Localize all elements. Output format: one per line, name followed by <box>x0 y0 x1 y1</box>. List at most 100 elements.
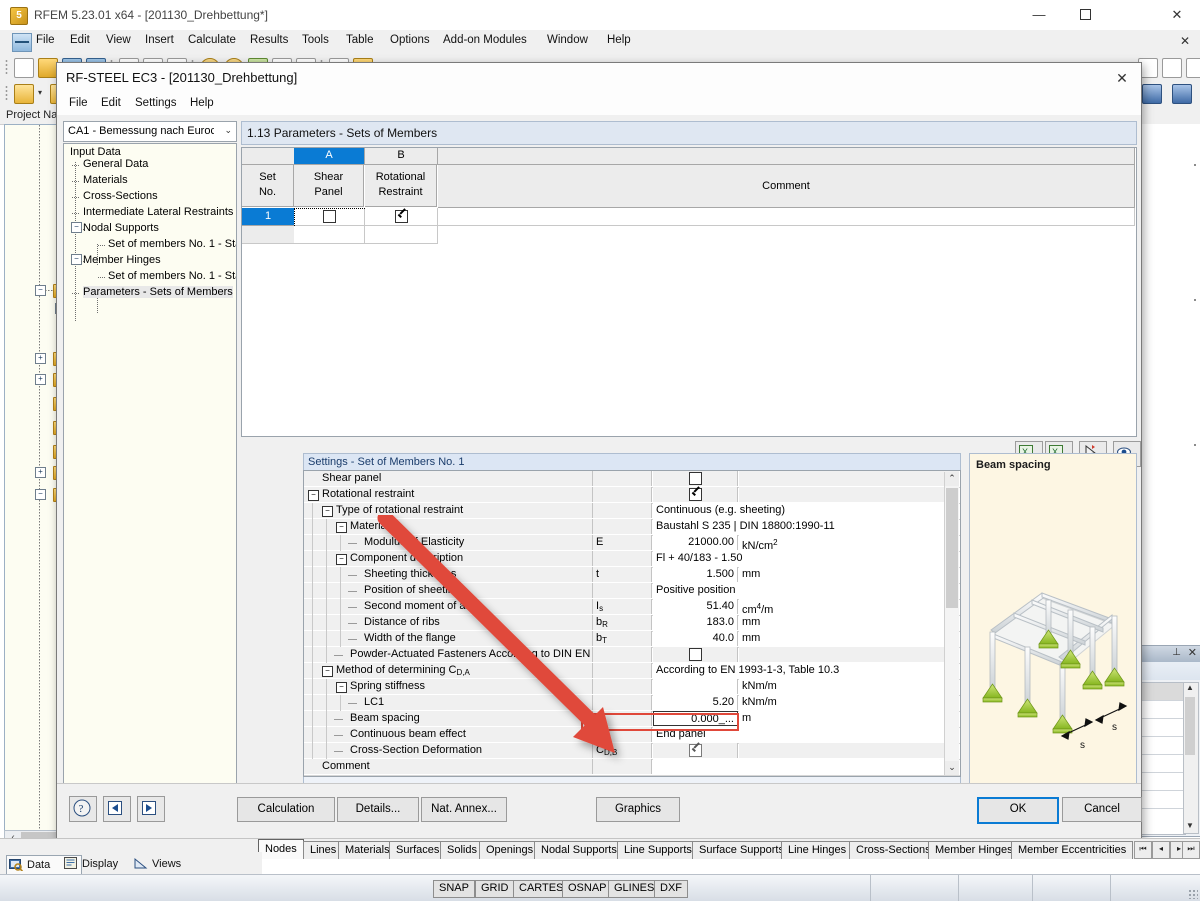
tree-expander-member-hinges[interactable]: − <box>71 254 82 265</box>
expander-minus-icon[interactable]: − <box>322 506 333 517</box>
list-item[interactable] <box>1141 773 1185 791</box>
pin-icon[interactable]: ⊥ <box>1172 647 1181 658</box>
status-osnap-button[interactable]: OSNAP <box>562 880 613 898</box>
tab-nav-first-button[interactable]: ⏮ <box>1134 841 1152 859</box>
settings-row-method-of-determining-cda[interactable]: − Method of determining CD,A According t… <box>304 663 960 680</box>
scroll-down-arrow-icon[interactable]: ⌄ <box>945 761 959 775</box>
settings-row-value[interactable] <box>653 759 953 774</box>
tab-solids[interactable]: Solids <box>440 841 484 859</box>
sidebar-item-cross-sections[interactable]: Cross-Sections <box>83 190 158 202</box>
settings-row-value[interactable]: 51.40 <box>653 599 738 614</box>
settings-row-comment[interactable]: Comment <box>304 759 960 776</box>
details-button[interactable]: Details... <box>337 797 419 822</box>
previous-module-icon[interactable] <box>103 796 131 822</box>
tree-expander-plus[interactable]: + <box>35 467 46 478</box>
settings-row-value[interactable]: Baustahl S 235 | DIN 18800:1990-11 <box>653 519 953 534</box>
settings-row-value[interactable]: 40.0 <box>653 631 738 646</box>
tab-member-hinges[interactable]: Member Hinges <box>928 841 1020 859</box>
settings-row-value[interactable] <box>653 743 738 758</box>
settings-row-value[interactable] <box>653 487 738 502</box>
toolbar-grip[interactable] <box>5 59 8 75</box>
nat-annex-button[interactable]: Nat. Annex... <box>421 797 507 822</box>
settings-row-rotational-restraint[interactable]: − Rotational restraint <box>304 487 960 504</box>
status-cartes-button[interactable]: CARTES <box>513 880 570 898</box>
grid-cell-empty[interactable] <box>365 226 438 244</box>
sidebar-item-materials[interactable]: Materials <box>83 174 128 186</box>
settings-row-value[interactable] <box>653 647 738 662</box>
settings-row-value[interactable]: Positive position <box>653 583 953 598</box>
menu-edit[interactable]: Edit <box>70 34 90 46</box>
tab-nodal-supports[interactable]: Nodal Supports <box>534 841 624 859</box>
shear-panel-checkbox[interactable] <box>688 471 702 485</box>
grid-cell-empty[interactable] <box>294 226 365 244</box>
settings-row-type-of-rotational-restraint[interactable]: − Type of rotational restraint Continuou… <box>304 503 960 520</box>
cancel-button[interactable]: Cancel <box>1062 797 1142 822</box>
tree-expander-minus[interactable]: − <box>35 489 46 500</box>
chevron-down-icon[interactable]: ⌄ <box>224 125 232 136</box>
settings-row-position-of-sheeting[interactable]: Position of sheeting Positive position <box>304 583 960 600</box>
settings-row-spring-stiffness[interactable]: − Spring stiffness kNm/m <box>304 679 960 696</box>
module-window-icon[interactable] <box>1142 84 1162 104</box>
next-module-icon[interactable] <box>137 796 165 822</box>
new-node-icon[interactable] <box>14 84 34 104</box>
settings-row-lc1[interactable]: LC1 5.20 kNm/m <box>304 695 960 712</box>
menu-window[interactable]: Window <box>547 34 588 46</box>
settings-row-value[interactable]: Continuous (e.g. sheeting) <box>653 503 953 518</box>
rotational-restraint-checkbox[interactable] <box>394 209 408 223</box>
sidebar-item-member-hinges[interactable]: Member Hinges <box>83 254 161 266</box>
open-folder-icon[interactable] <box>38 58 58 78</box>
menu-table[interactable]: Table <box>346 34 374 46</box>
powder-fasteners-checkbox[interactable] <box>688 647 702 661</box>
grid-column-letter-b[interactable]: B <box>365 148 438 165</box>
parameters-grid[interactable]: A B Set No. Shear Panel Rotational Restr… <box>241 147 1137 437</box>
grid-row-header-empty[interactable] <box>242 226 295 244</box>
expander-minus-icon[interactable]: − <box>336 522 347 533</box>
menu-options[interactable]: Options <box>390 34 430 46</box>
scroll-thumb[interactable] <box>1185 697 1195 755</box>
dialog-menu-file[interactable]: File <box>69 97 88 109</box>
design-case-selector[interactable]: CA1 - Bemessung nach Eurocod ⌄ <box>63 121 237 142</box>
tab-materials[interactable]: Materials <box>338 841 397 859</box>
cross-section-deformation-checkbox[interactable] <box>688 743 702 757</box>
menu-insert[interactable]: Insert <box>145 34 174 46</box>
settings-row-value[interactable] <box>653 471 738 486</box>
status-glines-button[interactable]: GLINES <box>608 880 661 898</box>
settings-row-shear-panel[interactable]: Shear panel <box>304 471 960 488</box>
window-minimize-button[interactable]: — <box>1016 0 1062 30</box>
list-item[interactable] <box>1141 755 1185 773</box>
tab-nav-prev-button[interactable]: ◂ <box>1152 841 1170 859</box>
sidebar-item-member-hinges-set-1[interactable]: Set of members No. 1 - Sta <box>108 270 236 282</box>
status-dxf-button[interactable]: DXF <box>654 880 688 898</box>
sidebar-item-intermediate-lateral-restraints[interactable]: Intermediate Lateral Restraints <box>83 206 233 218</box>
settings-row-materials[interactable]: − Materials Baustahl S 235 | DIN 18800:1… <box>304 519 960 536</box>
settings-row-value[interactable]: 1.500 <box>653 567 738 582</box>
settings-row-powder-actuated-fasteners[interactable]: Powder-Actuated Fasteners According to D… <box>304 647 960 664</box>
toolbar2-grip[interactable] <box>5 85 8 101</box>
list-item[interactable] <box>1141 719 1185 737</box>
settings-vscrollbar[interactable]: ⌃ ⌄ <box>944 472 959 775</box>
right-docked-panel[interactable]: ⊥ ✕ ▲ ▼ <box>1138 645 1200 837</box>
grid-column-letter-c[interactable] <box>438 148 1135 165</box>
settings-row-cross-section-deformation[interactable]: Cross-Section Deformation CD,B <box>304 743 960 760</box>
tree-expander-nodal-supports[interactable]: − <box>71 222 82 233</box>
rotational-restraint-checkbox[interactable] <box>688 487 702 501</box>
window-close-button[interactable]: ✕ <box>1154 0 1200 30</box>
grid-cell-rotational-restraint-1[interactable] <box>365 208 438 226</box>
status-grid-button[interactable]: GRID <box>475 880 515 898</box>
tree-expander-plus[interactable]: + <box>35 353 46 364</box>
status-snap-button[interactable]: SNAP <box>433 880 475 898</box>
scroll-up-arrow-icon[interactable]: ⌃ <box>945 472 959 486</box>
tab-member-eccentricities[interactable]: Member Eccentricities <box>1011 841 1134 859</box>
new-file-icon[interactable] <box>14 58 34 78</box>
settings-row-value[interactable]: 21000.00 <box>653 535 738 550</box>
settings-row-sheeting-thickness[interactable]: Sheeting thickness t 1.500 mm <box>304 567 960 584</box>
right-panel-list[interactable] <box>1140 682 1186 835</box>
window-maximize-button[interactable] <box>1062 0 1108 30</box>
module-navigation-tree[interactable]: Input Data General Data Materials Cross-… <box>63 143 237 813</box>
settings-row-value[interactable] <box>653 679 738 694</box>
settings-row-value[interactable]: Fl + 40/183 - 1.50 <box>653 551 953 566</box>
tab-cross-sections[interactable]: Cross-Sections <box>849 841 938 859</box>
list-item[interactable] <box>1141 701 1185 719</box>
list-item[interactable] <box>1141 737 1185 755</box>
grid-cell-comment-1[interactable] <box>438 208 1135 226</box>
